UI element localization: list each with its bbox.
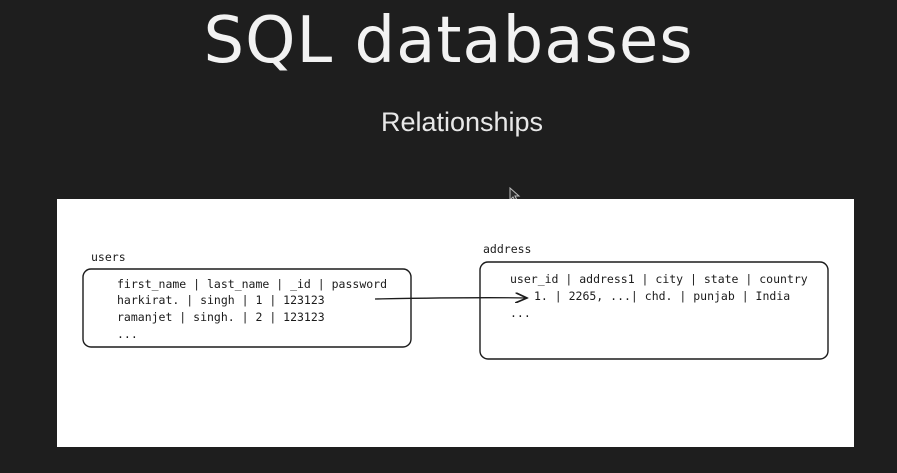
users-table-name: users [91,250,126,264]
users-table-header: first_name | last_name | _id | password [117,277,387,291]
address-table-name: address [483,242,531,256]
er-diagram: users first_name | last_name | _id | pas… [82,242,829,360]
relationship-arrow [374,298,527,299]
whiteboard-canvas: users first_name | last_name | _id | pas… [57,199,854,447]
slide-subtitle: Relationships [380,107,544,137]
slide-title: SQL databases [203,4,694,78]
users-row-2: ramanjet | singh. | 2 | 123123 [117,310,325,324]
address-row-1: 1. | 2265, ...| chd. | punjab | India [534,289,790,303]
address-table-header: user_id | address1 | city | state | coun… [510,272,808,286]
address-more-rows: ... [510,306,531,320]
users-row-1: harkirat. | singh | 1 | 123123 [117,293,325,307]
users-more-rows: ... [117,327,138,341]
